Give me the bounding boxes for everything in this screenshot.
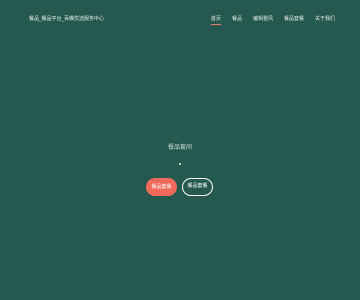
primary-button[interactable]: 餐品套餐 bbox=[146, 178, 177, 196]
hero-title: 餐品套间 bbox=[167, 144, 192, 151]
nav-item-editing[interactable]: 编辑整风 bbox=[253, 16, 273, 23]
main-nav: 首页 餐品 编辑整风 餐品套餐 关于我们 bbox=[210, 16, 335, 25]
nav-item-home[interactable]: 首页 bbox=[210, 16, 221, 25]
nav-item-packages[interactable]: 餐品套餐 bbox=[284, 16, 304, 23]
hero-dot bbox=[179, 163, 181, 165]
nav-item-about[interactable]: 关于我们 bbox=[315, 16, 335, 23]
site-brand[interactable]: 餐品_餐品平台_百曝优选服务中心 bbox=[29, 16, 104, 23]
nav-item-products[interactable]: 餐品 bbox=[232, 16, 242, 23]
page: 餐品_餐品平台_百曝优选服务中心 首页 餐品 编辑整风 餐品套餐 关于我们 餐品… bbox=[0, 0, 360, 300]
secondary-button[interactable]: 餐品套餐 bbox=[182, 178, 213, 196]
